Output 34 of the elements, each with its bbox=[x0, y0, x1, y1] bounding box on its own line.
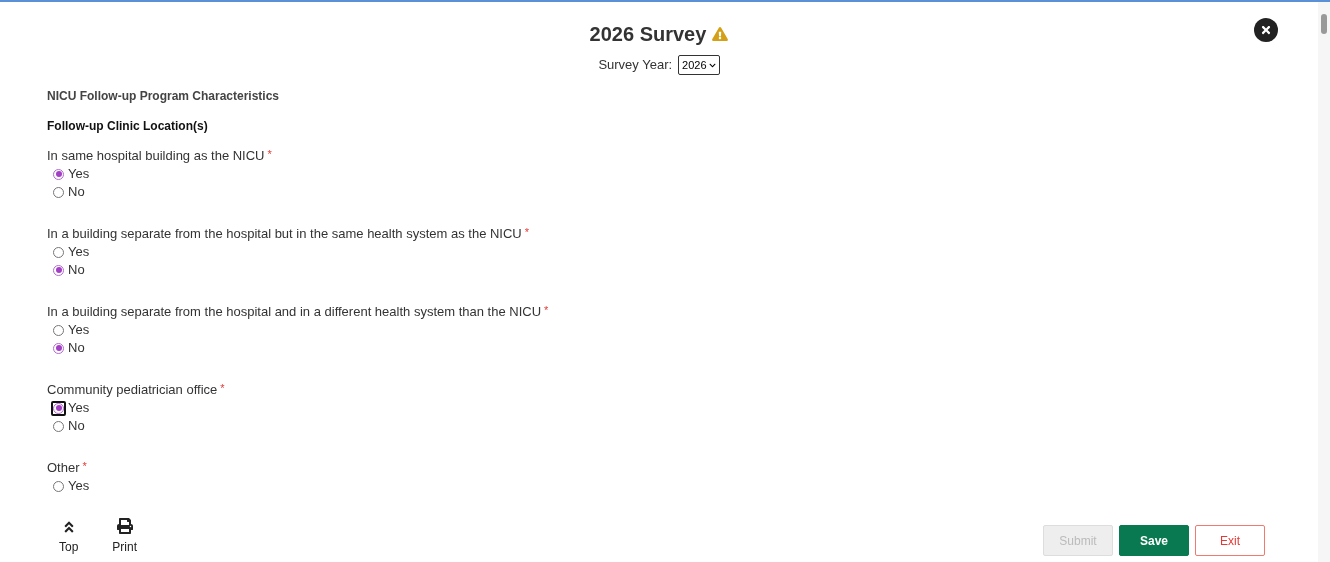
option-label: Yes bbox=[68, 243, 90, 262]
required-asterisk: * bbox=[544, 303, 549, 317]
option-label: Yes bbox=[68, 321, 90, 340]
required-asterisk: * bbox=[267, 147, 272, 161]
question-label: Other bbox=[47, 459, 80, 477]
option-label: No bbox=[68, 339, 85, 358]
close-icon bbox=[1260, 24, 1272, 36]
option-label: Yes bbox=[68, 165, 90, 184]
option-label: Yes bbox=[68, 399, 90, 418]
warning-icon bbox=[712, 27, 729, 41]
option-label: No bbox=[68, 417, 85, 436]
save-button[interactable]: Save bbox=[1119, 525, 1189, 556]
option-label: No bbox=[68, 261, 85, 280]
year-select[interactable]: 2026 bbox=[678, 55, 720, 75]
question-label: Community pediatrician office bbox=[47, 381, 218, 399]
question-label: In a building separate from the hospital but in the same health system as the NICU bbox=[47, 225, 522, 243]
caret-icon bbox=[708, 61, 716, 69]
page-title: 2026 Survey bbox=[589, 22, 707, 47]
close-button[interactable] bbox=[1254, 18, 1278, 42]
section-title: NICU Follow-up Program Characteristics bbox=[47, 88, 281, 105]
required-asterisk: * bbox=[524, 225, 530, 239]
exit-button[interactable]: Exit bbox=[1195, 525, 1265, 556]
subsection-title: Follow-up Clinic Location(s) bbox=[47, 118, 209, 135]
question-label: In a building separate from the hospital and in a different health system than the NICU bbox=[47, 303, 542, 321]
print-link[interactable]: Print bbox=[112, 518, 138, 556]
required-asterisk: * bbox=[220, 381, 225, 395]
option-label: No bbox=[68, 183, 85, 202]
printer-icon bbox=[116, 518, 133, 534]
required-asterisk: * bbox=[82, 459, 87, 473]
top-link[interactable]: Top bbox=[59, 520, 79, 556]
double-chevron-up-icon bbox=[62, 520, 75, 534]
question-label: In same hospital building as the NICU bbox=[47, 147, 265, 165]
year-label: Survey Year: bbox=[598, 56, 673, 75]
option-label: Yes bbox=[68, 477, 90, 496]
